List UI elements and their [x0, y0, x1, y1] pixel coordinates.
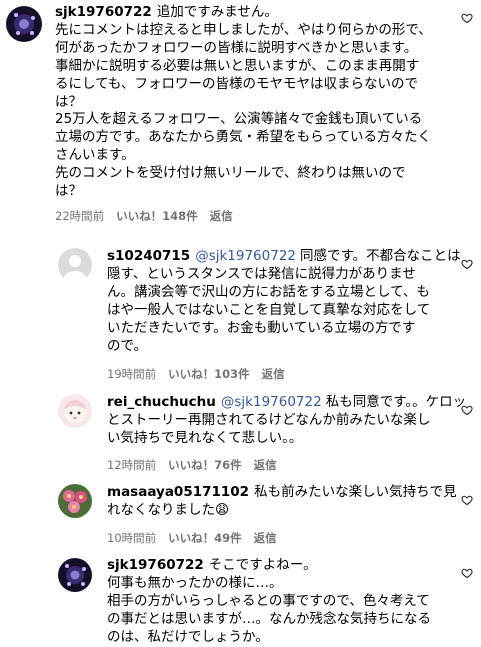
comment-text-line: れなくなりました😩: [107, 501, 230, 518]
comment-text-line: そこですよねー。: [208, 557, 317, 573]
mention-link[interactable]: @sjk19760722: [221, 394, 322, 410]
comment-text-line: 隠す、というスタンスでは発信に説得力がありませ: [107, 265, 416, 282]
heart-icon[interactable]: [461, 404, 473, 416]
comment-username[interactable]: masaaya05171102: [107, 484, 249, 500]
reply-button[interactable]: 返信: [210, 209, 233, 223]
heart-icon[interactable]: [461, 12, 473, 24]
comment-text-line: 私も前みたいな楽しい気持ちで見: [254, 484, 457, 500]
reply-button[interactable]: 返信: [262, 367, 285, 381]
comment-text-line: 何があったかフォロワーの皆様に説明すべきかと思います。: [55, 39, 418, 56]
comment-text-line: 25万人を超えるフォロワー、公演等諸々で金銭も頂いている: [55, 111, 423, 128]
comment-meta: 10時間前 いいね！49件 返信: [107, 530, 289, 546]
avatar[interactable]: [58, 484, 92, 518]
like-count[interactable]: いいね！49件: [168, 531, 242, 545]
comment-text-line: 先にコメントは控えると申しましたが、やはり何らかの形で、: [55, 21, 432, 38]
comment-body: sjk19760722 そこですよねー。 何事も無かったかの様に…。 相手の方がい…: [107, 557, 457, 647]
comment-text-line: とストーリー再開されてるけどなんか前みたいな楽し: [107, 411, 431, 428]
reply-button[interactable]: 返信: [254, 458, 277, 472]
comment-text-line: るにしても、フォロワーの皆様のモヤモヤは収まらないので: [55, 75, 419, 92]
comment-text-line: 何事も無かったかの様に…。: [107, 574, 283, 591]
comment-username[interactable]: s10240715: [107, 248, 190, 264]
avatar[interactable]: [58, 558, 92, 592]
comment-text-line: ん。講演会等で沢山の方にお話をする立場として、も: [107, 283, 430, 300]
comment-meta: 12時間前 いいね！76件 返信: [107, 457, 289, 473]
comment-username[interactable]: sjk19760722: [55, 4, 152, 20]
like-count[interactable]: いいね！76件: [168, 458, 242, 472]
comment-text-line: 先のコメントを受け付け無いリールで、終わりは無いので: [55, 165, 406, 182]
comment-text-line: 相手の方がいらっしゃるとの事ですので、色々考えて: [107, 592, 430, 609]
comment-text-line: 私も同意です。。ケロッ: [325, 394, 467, 410]
comment-text-line: さんいます。: [55, 147, 135, 164]
comment-timestamp: 19時間前: [107, 367, 157, 381]
comment-text-line: の事だとは思いますが…。なんか残念な気持ちになる: [107, 610, 431, 627]
heart-icon[interactable]: [461, 494, 473, 506]
comment-username[interactable]: rei_chuchuchu: [107, 394, 216, 410]
comment-text-line: はや一般人ではないことを自覚して真摯な対応をして: [107, 301, 431, 318]
like-count[interactable]: いいね！103件: [168, 367, 250, 381]
comment-username[interactable]: sjk19760722: [107, 557, 204, 573]
like-count[interactable]: いいね！148件: [116, 209, 198, 223]
comment-text-line: い気持ちで見れなくて悲しい。。: [107, 429, 303, 446]
comment-body: masaaya05171102 私も前みたいな楽しい気持ちで見 れなくなりました😩: [107, 484, 457, 520]
comment-timestamp: 12時間前: [107, 458, 157, 472]
comment-meta: 19時間前 いいね！103件 返信: [107, 366, 297, 382]
comment-text-line: 事細かに説明する必要は無いと思いますが、このまま再開す: [55, 57, 420, 74]
comment-text-line: は？: [55, 183, 82, 200]
comment-text-line: ので。: [107, 337, 147, 354]
heart-icon[interactable]: [461, 567, 473, 579]
comment-meta: 22時間前 いいね！148件 返信: [55, 208, 245, 224]
comment-text-line: は？: [55, 93, 82, 110]
avatar[interactable]: [58, 248, 92, 282]
avatar[interactable]: [6, 6, 42, 42]
comment-timestamp: 22時間前: [55, 209, 105, 223]
comment-text-line: 立場の方です。あなたから勇気・希望をもらっている方々たく: [55, 129, 431, 146]
comment-text-line: 追加ですみません。: [156, 4, 278, 20]
comment-text-line: 同感です。不都合なことは: [300, 248, 461, 264]
reply-button[interactable]: 返信: [254, 531, 277, 545]
comment-text-line: いただきたいです。お金も動いている立場の方です: [107, 319, 416, 336]
avatar[interactable]: [58, 394, 92, 428]
comment-text-line: のは、私だけでしょうか。: [107, 628, 269, 645]
heart-icon[interactable]: [461, 258, 473, 270]
comment-body: rei_chuchuchu @sjk19760722 私も同意です。。ケロッ とスト…: [107, 394, 466, 448]
comment-body: s10240715 @sjk19760722 同感です。不都合なことは 隠す、という…: [107, 248, 461, 355]
comment-body: sjk19760722 追加ですみません。 先にコメントは控えると申しましたが、や…: [55, 4, 455, 201]
comment-timestamp: 10時間前: [107, 531, 157, 545]
mention-link[interactable]: @sjk19760722: [195, 248, 296, 264]
